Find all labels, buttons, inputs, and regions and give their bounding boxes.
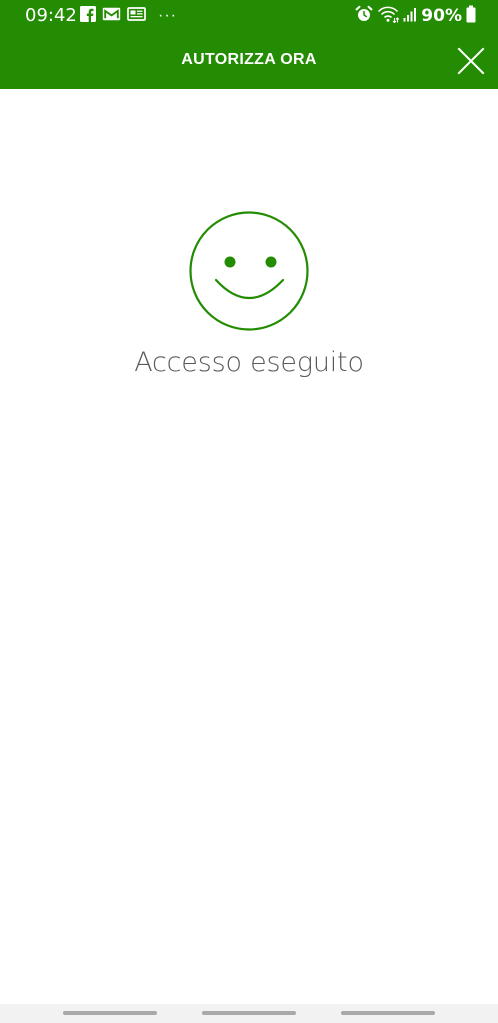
- more-notifications-icon: ···: [158, 7, 177, 24]
- status-system-icons: 90%: [355, 5, 476, 28]
- page-title: AUTORIZZA ORA: [181, 51, 317, 68]
- status-bar: 09:42 ··· 90%: [0, 0, 498, 32]
- nav-home-handle[interactable]: [202, 1011, 296, 1015]
- signal-icon: [403, 6, 417, 27]
- nav-recent-apps-handle[interactable]: [63, 1011, 157, 1015]
- close-button[interactable]: [452, 42, 490, 80]
- nav-back-handle[interactable]: [341, 1011, 435, 1015]
- alarm-icon: [355, 5, 373, 28]
- status-notification-icons: ···: [80, 5, 177, 27]
- success-message: Accesso eseguito: [134, 347, 364, 378]
- smiley-icon: [188, 210, 310, 332]
- news-icon: [127, 6, 146, 27]
- battery-percent: 90%: [421, 6, 462, 26]
- facebook-icon: [80, 5, 96, 27]
- navigation-bar: [0, 1004, 498, 1023]
- close-icon: [457, 47, 485, 75]
- wifi-icon: [377, 5, 400, 28]
- battery-icon: [466, 5, 476, 28]
- gmail-icon: [102, 6, 121, 27]
- status-time: 09:42: [25, 5, 77, 26]
- app-bar: AUTORIZZA ORA: [0, 32, 498, 89]
